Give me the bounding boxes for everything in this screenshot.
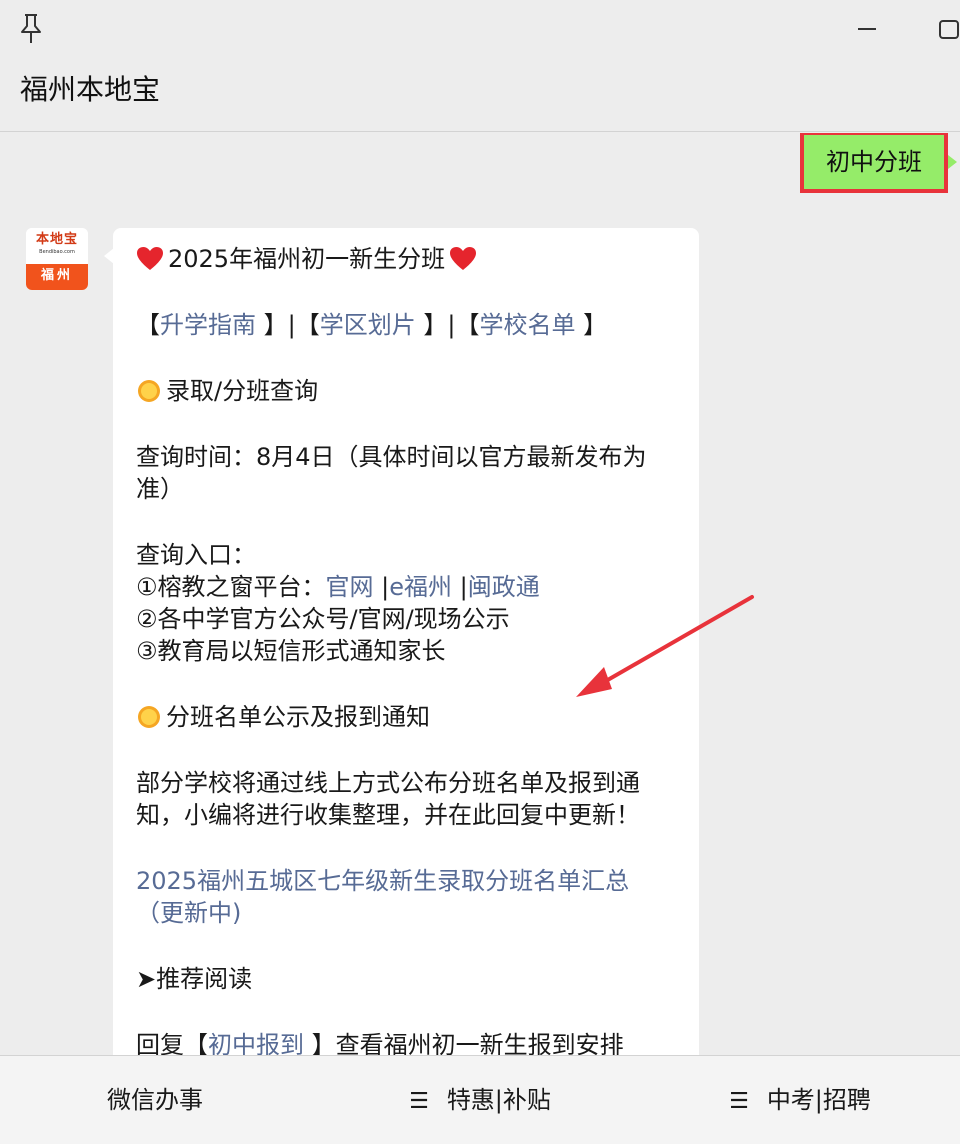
pin-icon[interactable]	[16, 12, 46, 46]
entry-2: ②各中学官方公众号/官网/现场公示	[136, 605, 510, 633]
entry-3: ③教育局以短信形式通知家长	[136, 637, 446, 665]
avatar-brand-logo: 本地宝	[35, 232, 78, 247]
link-e-fuzhou[interactable]: e福州	[389, 573, 452, 601]
avatar-domain: Bendibao.com	[39, 249, 75, 255]
reply-keyword-row: 回复【初中报到 】查看福州初一新生报到安排	[136, 1029, 677, 1055]
avatar-city: 福州	[26, 264, 88, 290]
incoming-message-bubble: 2025年福州初一新生分班 【升学指南 】|【学区划片 】|【学校名单 】 录取…	[104, 228, 699, 1055]
recommend-reading: ➤推荐阅读	[136, 965, 253, 993]
link-school-list[interactable]: 学校名单	[479, 311, 575, 339]
menu-item-wechat-services[interactable]: 微信办事	[0, 1056, 320, 1144]
title-bar: 福州本地宝	[0, 0, 960, 132]
link-minzhengtong[interactable]: 闽政通	[468, 573, 540, 601]
link-official-site[interactable]: 官网	[326, 573, 374, 601]
outgoing-message-text: 初中分班	[826, 148, 922, 176]
heart-icon	[137, 247, 163, 270]
maximize-icon[interactable]	[936, 16, 960, 42]
heart-icon	[450, 247, 477, 270]
entry-1: ①榕教之窗平台：官网 |e福州 |闽政通	[136, 573, 540, 601]
menu-burger-icon: ☰	[729, 1089, 749, 1114]
link-class-list-summary[interactable]: 2025福州五城区七年级新生录取分班名单汇总（更新中)	[136, 865, 677, 929]
link-junior-registration[interactable]: 初中报到	[208, 1031, 304, 1055]
account-avatar[interactable]: 本地宝 Bendibao.com 福州	[26, 228, 88, 290]
wechat-window: 福州本地宝 初中分班 本地宝 Bendibao.com 福州 2025年福州初一…	[0, 0, 960, 1144]
link-admission-guide[interactable]: 升学指南	[160, 311, 256, 339]
menu-item-discounts-subsidies[interactable]: ☰ 特惠|补贴	[320, 1056, 640, 1144]
outgoing-message-bubble[interactable]: 初中分班	[800, 133, 957, 193]
chat-title: 福州本地宝	[20, 73, 161, 106]
notice-text: 部分学校将通过线上方式公布分班名单及报到通知，小编将进行收集整理，并在此回复中更…	[136, 769, 640, 829]
quick-links-row: 【升学指南 】|【学区划片 】|【学校名单 】	[136, 311, 608, 339]
minimize-icon[interactable]	[852, 16, 882, 40]
link-school-district[interactable]: 学区划片	[320, 311, 416, 339]
section-heading-notice: 分班名单公示及报到通知	[136, 701, 677, 733]
menu-item-exam-jobs[interactable]: ☰ 中考|招聘	[640, 1056, 960, 1144]
query-time-text: 查询时间：8月4日（具体时间以官方最新发布为准）	[136, 443, 647, 503]
query-entry-label: 查询入口：	[136, 541, 256, 569]
section-heading-query: 录取/分班查询	[136, 375, 677, 407]
sun-icon	[138, 706, 160, 728]
sun-icon	[138, 380, 160, 402]
chat-area[interactable]: 初中分班 本地宝 Bendibao.com 福州 2025年福州初一新生分班 【…	[0, 133, 960, 1055]
message-heading: 2025年福州初一新生分班	[136, 243, 677, 275]
menu-burger-icon: ☰	[409, 1089, 429, 1114]
bottom-menu-bar: 微信办事 ☰ 特惠|补贴 ☰ 中考|招聘	[0, 1055, 960, 1144]
